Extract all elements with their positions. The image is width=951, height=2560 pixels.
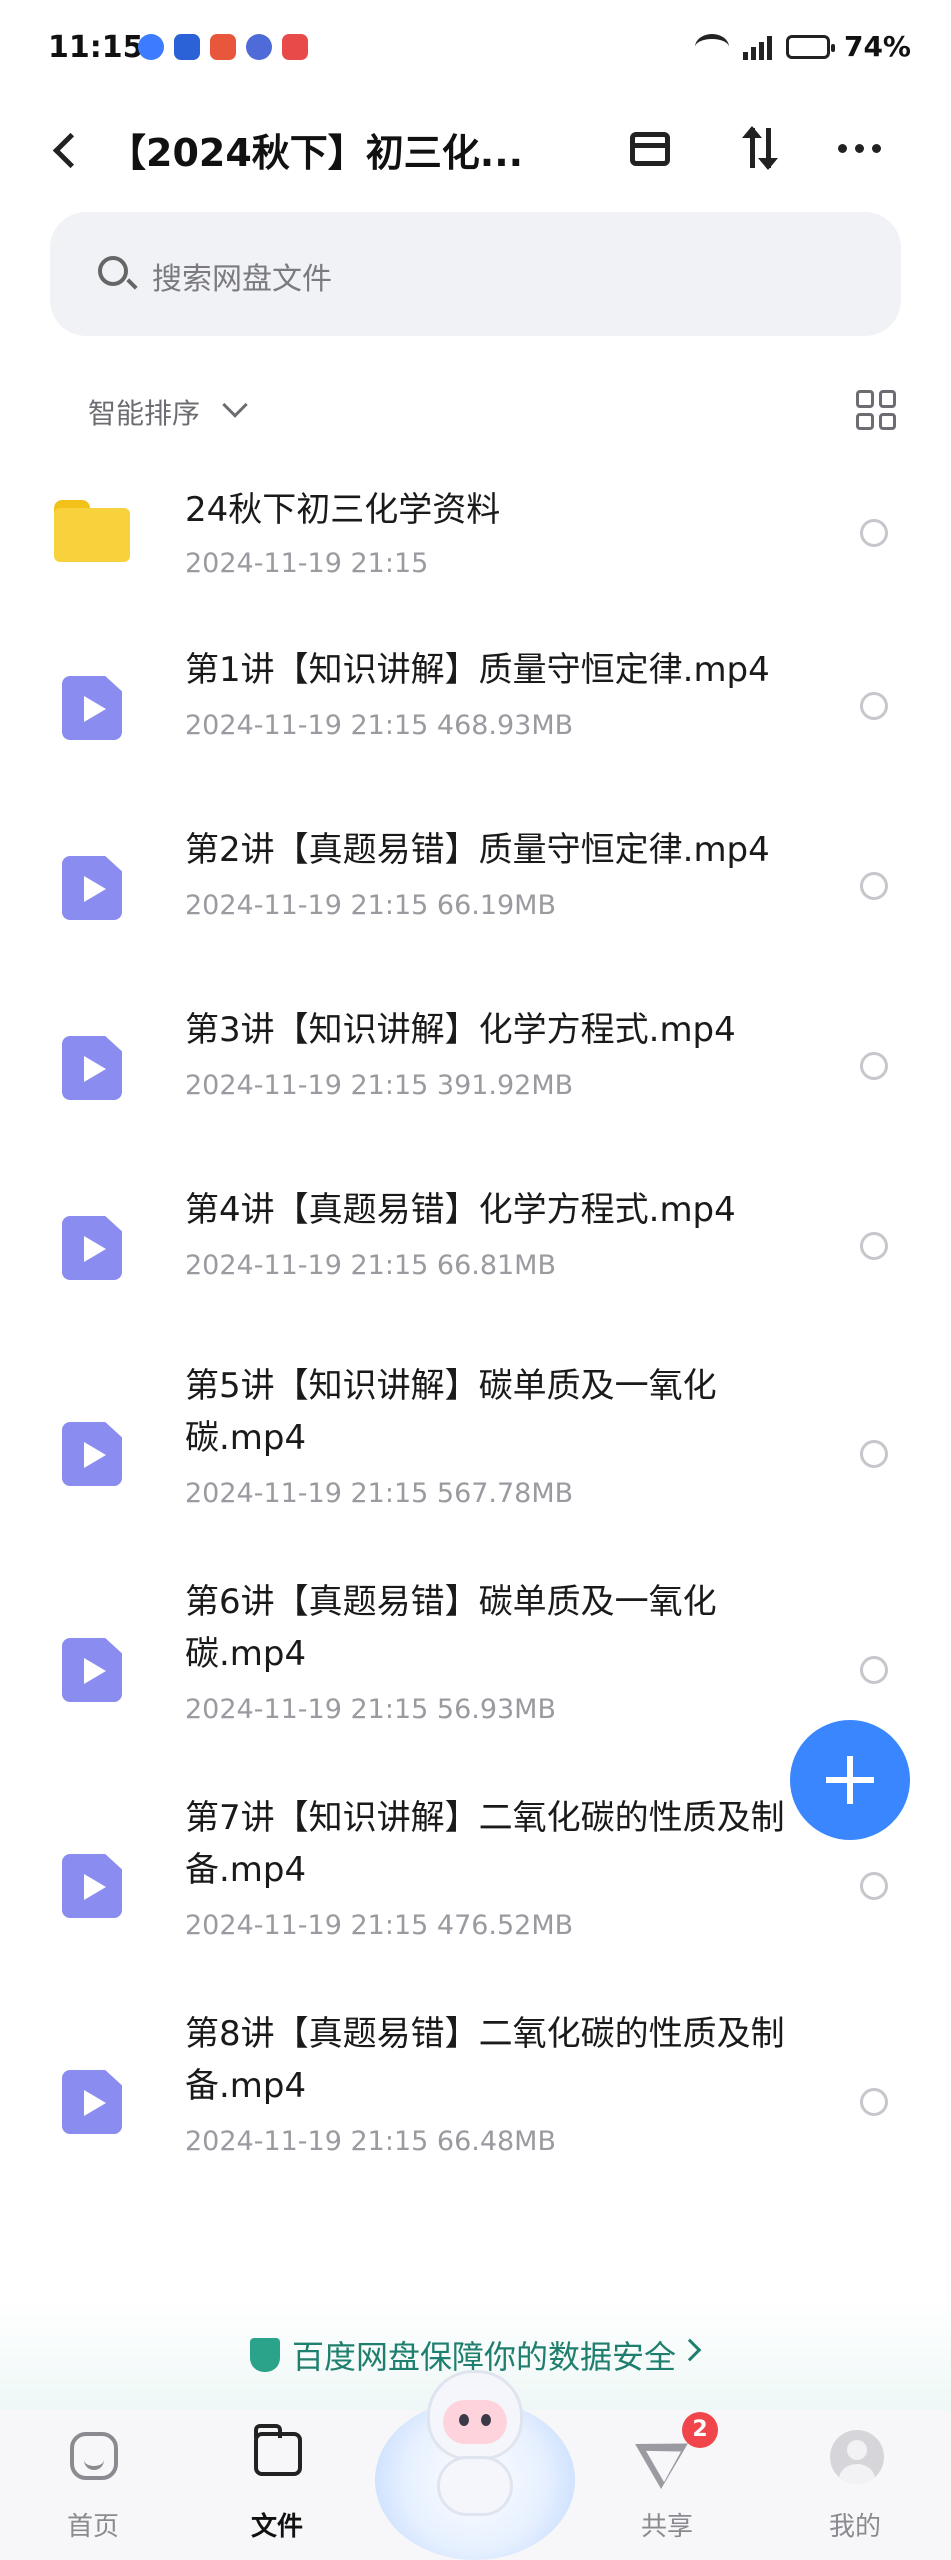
status-app-icons bbox=[138, 34, 308, 60]
file-row[interactable]: 第8讲【真题易错】二氧化碳的性质及制备.mp4 2024-11-19 21:15… bbox=[0, 2008, 951, 2208]
video-file-icon bbox=[62, 1854, 122, 1918]
select-radio[interactable] bbox=[860, 2088, 888, 2116]
file-name: 第5讲【知识讲解】碳单质及一氧化碳.mp4 bbox=[185, 1366, 717, 1458]
mascot-face bbox=[443, 2400, 507, 2444]
file-meta: 2024-11-19 21:15 66.48MB bbox=[185, 2126, 556, 2157]
shield-icon bbox=[250, 2338, 280, 2372]
file-name: 第4讲【真题易错】化学方程式.mp4 bbox=[185, 1190, 736, 1230]
search-input[interactable]: 搜索网盘文件 bbox=[50, 212, 901, 336]
file-row[interactable]: 第1讲【知识讲解】质量守恒定律.mp4 2024-11-19 21:15 468… bbox=[0, 640, 951, 790]
signal-icon bbox=[742, 34, 772, 60]
app-notification-icon bbox=[282, 34, 308, 60]
nav-files[interactable]: 文件 bbox=[202, 2410, 352, 2560]
video-file-icon bbox=[62, 1036, 122, 1100]
file-meta: 2024-11-19 21:15 bbox=[185, 548, 429, 579]
chevron-down-icon[interactable] bbox=[222, 392, 248, 418]
sort-row: 智能排序 bbox=[0, 370, 951, 450]
more-icon[interactable] bbox=[838, 118, 898, 178]
file-name: 第8讲【真题易错】二氧化碳的性质及制备.mp4 bbox=[185, 2014, 785, 2106]
nav-label: 首页 bbox=[66, 2512, 119, 2542]
nav-label: 我的 bbox=[828, 2512, 881, 2542]
select-radio[interactable] bbox=[860, 1232, 888, 1260]
file-row[interactable]: 第5讲【知识讲解】碳单质及一氧化碳.mp4 2024-11-19 21:15 5… bbox=[0, 1360, 951, 1560]
file-meta: 2024-11-19 21:15 476.52MB bbox=[185, 1910, 574, 1941]
file-meta: 2024-11-19 21:15 468.93MB bbox=[185, 710, 574, 741]
wifi-icon bbox=[694, 33, 729, 60]
mascot-eye bbox=[481, 2414, 491, 2426]
search-placeholder: 搜索网盘文件 bbox=[152, 262, 332, 297]
select-radio[interactable] bbox=[860, 1872, 888, 1900]
back-icon[interactable] bbox=[44, 120, 94, 180]
select-radio[interactable] bbox=[860, 519, 888, 547]
video-file-icon bbox=[62, 1422, 122, 1486]
file-name: 第6讲【真题易错】碳单质及一氧化碳.mp4 bbox=[185, 1582, 717, 1674]
file-meta: 2024-11-19 21:15 66.81MB bbox=[185, 1250, 556, 1281]
mascot-eye bbox=[459, 2414, 469, 2426]
battery-icon bbox=[785, 34, 835, 59]
mascot-button[interactable] bbox=[375, 2360, 575, 2560]
search-icon bbox=[98, 256, 128, 286]
header: 【2024秋下】初三化... bbox=[0, 100, 951, 200]
video-file-icon bbox=[62, 676, 122, 740]
file-name: 24秋下初三化学资料 bbox=[185, 490, 501, 530]
folder-icon bbox=[54, 500, 130, 562]
sort-icon[interactable] bbox=[730, 118, 790, 178]
nav-label: 共享 bbox=[640, 2512, 693, 2542]
music-icon bbox=[246, 34, 272, 60]
notification-badge: 2 bbox=[682, 2412, 718, 2448]
select-radio[interactable] bbox=[860, 692, 888, 720]
video-file-icon bbox=[62, 2070, 122, 2134]
file-name: 第3讲【知识讲解】化学方程式.mp4 bbox=[185, 1010, 736, 1050]
select-radio[interactable] bbox=[860, 1440, 888, 1468]
nav-profile[interactable]: 我的 bbox=[780, 2410, 930, 2560]
app-notification-icon bbox=[210, 34, 236, 60]
file-name: 第1讲【知识讲解】质量守恒定律.mp4 bbox=[185, 650, 770, 690]
file-row[interactable]: 第3讲【知识讲解】化学方程式.mp4 2024-11-19 21:15 391.… bbox=[0, 1000, 951, 1150]
file-row[interactable]: 第2讲【真题易错】质量守恒定律.mp4 2024-11-19 21:15 66.… bbox=[0, 820, 951, 970]
file-meta: 2024-11-19 21:15 391.92MB bbox=[185, 1070, 574, 1101]
select-radio[interactable] bbox=[860, 1656, 888, 1684]
page-title: 【2024秋下】初三化... bbox=[108, 131, 524, 175]
app-notification-icon bbox=[138, 34, 164, 60]
mascot-body bbox=[437, 2456, 513, 2516]
archive-icon[interactable] bbox=[620, 118, 680, 178]
file-name: 第2讲【真题易错】质量守恒定律.mp4 bbox=[185, 830, 770, 870]
chevron-right-icon bbox=[678, 2338, 702, 2362]
video-file-icon bbox=[62, 1638, 122, 1702]
grid-view-icon[interactable] bbox=[856, 390, 896, 430]
status-right: 74% bbox=[694, 30, 911, 63]
nav-label: 文件 bbox=[250, 2512, 303, 2542]
select-radio[interactable] bbox=[860, 872, 888, 900]
folder-row[interactable]: 24秋下初三化学资料 2024-11-19 21:15 bbox=[0, 460, 951, 610]
upload-fab-button[interactable] bbox=[790, 1720, 910, 1840]
avatar-icon bbox=[830, 2430, 884, 2484]
file-meta: 2024-11-19 21:15 567.78MB bbox=[185, 1478, 574, 1509]
file-meta: 2024-11-19 21:15 56.93MB bbox=[185, 1694, 556, 1725]
video-file-icon bbox=[62, 1216, 122, 1280]
file-icon bbox=[254, 2424, 302, 2476]
file-meta: 2024-11-19 21:15 66.19MB bbox=[185, 890, 556, 921]
status-bar: 11:15 74% bbox=[0, 0, 951, 100]
smart-sort-button[interactable]: 智能排序 bbox=[88, 392, 200, 432]
home-icon bbox=[70, 2432, 118, 2480]
nav-share[interactable]: 2 共享 bbox=[592, 2410, 742, 2560]
file-name: 第7讲【知识讲解】二氧化碳的性质及制备.mp4 bbox=[185, 1798, 785, 1890]
battery-percent: 74% bbox=[843, 30, 911, 63]
video-file-icon bbox=[62, 856, 122, 920]
nav-home[interactable]: 首页 bbox=[18, 2410, 168, 2560]
status-time: 11:15 bbox=[48, 30, 144, 65]
app-notification-icon bbox=[174, 34, 200, 60]
file-row[interactable]: 第4讲【真题易错】化学方程式.mp4 2024-11-19 21:15 66.8… bbox=[0, 1180, 951, 1330]
select-radio[interactable] bbox=[860, 1052, 888, 1080]
